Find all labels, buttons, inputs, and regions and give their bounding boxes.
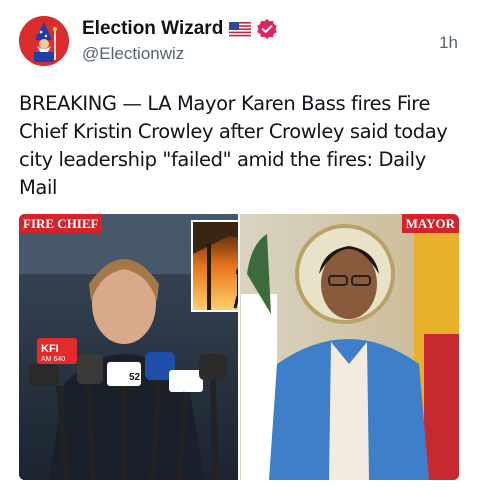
- us-flag-icon: [229, 21, 252, 37]
- mic-label-t52: 52: [129, 372, 141, 383]
- label-mayor: MAYOR: [401, 214, 459, 233]
- account-name-row[interactable]: Election Wizard: [82, 17, 278, 41]
- post-card[interactable]: Election Wizard @Electionwiz 1h BREAKING…: [0, 0, 478, 500]
- post-text: BREAKING — LA Mayor Karen Bass fires Fir…: [19, 92, 448, 199]
- wizard-avatar-icon: [19, 16, 69, 66]
- display-name[interactable]: Election Wizard: [82, 18, 223, 40]
- post-media-image[interactable]: KFI AM 640 52 FIRE CHIEF MAYOR: [19, 214, 459, 480]
- account-handle[interactable]: @Electionwiz: [82, 44, 184, 64]
- label-fire-chief: FIRE CHIEF: [19, 214, 103, 233]
- mic-label-kfi: KFI: [41, 343, 59, 355]
- mic-label-kfi-sub: AM 640: [41, 356, 65, 363]
- account-avatar[interactable]: [19, 16, 69, 66]
- post-timestamp[interactable]: 1h: [439, 33, 458, 53]
- verified-badge-icon: [256, 18, 278, 40]
- collage-image: KFI AM 640 52: [19, 214, 459, 480]
